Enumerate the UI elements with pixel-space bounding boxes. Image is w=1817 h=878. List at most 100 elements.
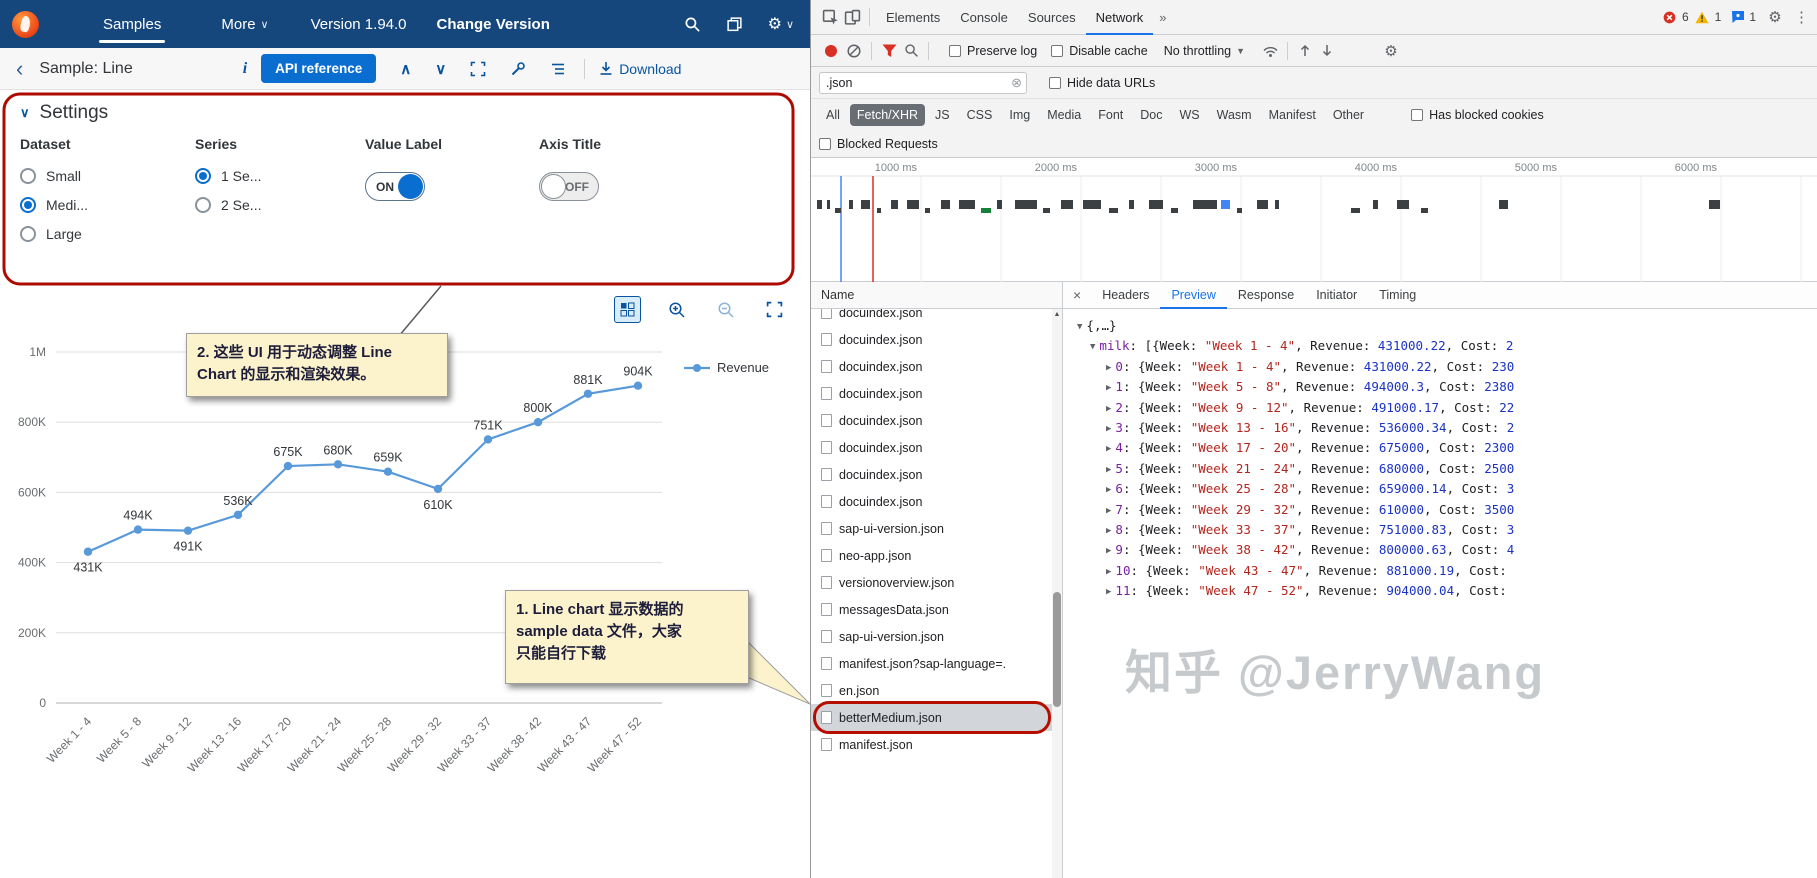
type-filter-manifest[interactable]: Manifest — [1262, 104, 1323, 126]
network-settings-gear-icon[interactable]: ⚙ — [1380, 40, 1402, 62]
devtools-tab-elements[interactable]: Elements — [876, 0, 950, 35]
request-row[interactable]: versionoverview.json — [811, 569, 1052, 596]
filter-icon[interactable] — [878, 40, 900, 62]
clear-network-log-icon[interactable] — [843, 40, 865, 62]
preview-line[interactable]: ▶ 8: {Week: "Week 33 - 37", Revenue: 7510… — [1077, 520, 1817, 540]
filter-input-box[interactable]: ⊗ — [819, 71, 1027, 94]
request-list-scrollbar[interactable]: ▲ — [1052, 309, 1062, 878]
request-row[interactable]: betterMedium.json — [811, 704, 1052, 731]
previous-sample-icon[interactable]: ∧ — [400, 60, 411, 78]
preview-line[interactable]: ▶ 6: {Week: "Week 25 - 28", Revenue: 6590… — [1077, 479, 1817, 499]
preview-line[interactable]: ▶ 0: {Week: "Week 1 - 4", Revenue: 431000… — [1077, 357, 1817, 377]
radio-series-2[interactable]: 2 Se... — [195, 197, 365, 213]
request-row[interactable]: docuindex.json — [811, 326, 1052, 353]
code-tools-icon[interactable] — [510, 61, 526, 77]
outline-tree-icon[interactable] — [550, 61, 566, 77]
request-row[interactable]: docuindex.json — [811, 407, 1052, 434]
kebab-menu-icon[interactable]: ⋮ — [1794, 8, 1809, 26]
expander-icon[interactable]: ▶ — [1106, 404, 1111, 414]
settings-header[interactable]: ∨ Settings — [20, 102, 108, 124]
preview-line[interactable]: ▶ 10: {Week: "Week 43 - 47", Revenue: 881… — [1077, 561, 1817, 581]
disable-cache-checkbox[interactable]: Disable cache — [1051, 44, 1148, 58]
devtools-tab-console[interactable]: Console — [950, 0, 1018, 35]
expander-icon[interactable]: ▶ — [1106, 424, 1111, 434]
expander-icon[interactable]: ▶ — [1106, 383, 1111, 393]
zoom-out-icon[interactable] — [712, 296, 739, 323]
expander-icon[interactable]: ▶ — [1106, 526, 1111, 536]
value-label-toggle[interactable]: ON — [365, 172, 425, 201]
type-filter-doc[interactable]: Doc — [1133, 104, 1169, 126]
clear-filter-icon[interactable]: ⊗ — [1011, 75, 1022, 91]
inspect-element-icon[interactable] — [819, 6, 841, 28]
type-filter-media[interactable]: Media — [1040, 104, 1088, 126]
legend-toggle-button[interactable] — [614, 296, 641, 323]
request-row[interactable]: messagesData.json — [811, 596, 1052, 623]
expander-icon[interactable]: ▶ — [1106, 506, 1111, 516]
type-filter-ws[interactable]: WS — [1172, 104, 1206, 126]
next-sample-icon[interactable]: ∨ — [435, 60, 446, 78]
console-badges[interactable]: 6 1 — [1663, 10, 1721, 24]
request-row[interactable]: docuindex.json — [811, 309, 1052, 326]
type-filter-img[interactable]: Img — [1002, 104, 1037, 126]
device-toolbar-icon[interactable] — [841, 6, 863, 28]
scrollbar-thumb[interactable] — [1053, 592, 1061, 707]
preview-line[interactable]: ▶ 7: {Week: "Week 29 - 32", Revenue: 6100… — [1077, 500, 1817, 520]
type-filter-other[interactable]: Other — [1326, 104, 1371, 126]
export-har-icon[interactable] — [1316, 40, 1338, 62]
copy-pages-icon[interactable] — [726, 15, 744, 33]
expander-icon[interactable]: ▼ — [1090, 342, 1095, 352]
preview-line[interactable]: ▶ 5: {Week: "Week 21 - 24", Revenue: 6800… — [1077, 459, 1817, 479]
expander-icon[interactable]: ▶ — [1106, 465, 1111, 475]
expander-icon[interactable]: ▶ — [1106, 485, 1111, 495]
chart-fullscreen-icon[interactable] — [761, 296, 788, 323]
preview-line[interactable]: ▶ 1: {Week: "Week 5 - 8", Revenue: 494000… — [1077, 377, 1817, 397]
radio-dataset-medium[interactable]: Medi... — [20, 197, 195, 213]
preview-line[interactable]: ▶ 9: {Week: "Week 38 - 42", Revenue: 8000… — [1077, 540, 1817, 560]
detail-tab-initiator[interactable]: Initiator — [1305, 282, 1368, 309]
detail-tab-headers[interactable]: Headers — [1091, 282, 1160, 309]
issues-badge[interactable]: 1 — [1731, 10, 1756, 24]
request-row[interactable]: manifest.json?sap-language=. — [811, 650, 1052, 677]
preview-line[interactable]: ▶ 2: {Week: "Week 9 - 12", Revenue: 49100… — [1077, 398, 1817, 418]
fullscreen-icon[interactable] — [470, 61, 486, 77]
request-row[interactable]: docuindex.json — [811, 353, 1052, 380]
network-conditions-icon[interactable] — [1259, 40, 1281, 62]
preview-line[interactable]: ▶ 3: {Week: "Week 13 - 16", Revenue: 5360… — [1077, 418, 1817, 438]
download-button[interactable]: Download — [599, 61, 681, 77]
import-har-icon[interactable] — [1294, 40, 1316, 62]
info-icon[interactable]: i — [243, 60, 247, 78]
expander-icon[interactable]: ▶ — [1106, 444, 1111, 454]
detail-tab-response[interactable]: Response — [1227, 282, 1305, 309]
filter-input[interactable] — [826, 75, 1012, 90]
api-reference-button[interactable]: API reference — [261, 54, 377, 83]
more-panels-icon[interactable]: » — [1153, 10, 1172, 25]
expander-icon[interactable]: ▶ — [1106, 567, 1111, 577]
expander-icon[interactable]: ▼ — [1077, 322, 1082, 332]
network-search-icon[interactable] — [900, 40, 922, 62]
close-details-icon[interactable]: × — [1073, 287, 1081, 303]
request-row[interactable]: en.json — [811, 677, 1052, 704]
request-row[interactable]: docuindex.json — [811, 434, 1052, 461]
detail-tab-timing[interactable]: Timing — [1368, 282, 1427, 309]
devtools-tab-sources[interactable]: Sources — [1018, 0, 1086, 35]
request-row[interactable]: docuindex.json — [811, 380, 1052, 407]
settings-gear-icon[interactable]: ⚙ ∨ — [768, 15, 794, 33]
preview-line[interactable]: ▶ 11: {Week: "Week 47 - 52", Revenue: 904… — [1077, 581, 1817, 601]
throttling-dropdown[interactable]: No throttling ▼ — [1164, 44, 1245, 58]
hide-data-urls-checkbox[interactable]: Hide data URLs — [1049, 76, 1155, 90]
preview-line[interactable]: ▶ 4: {Week: "Week 17 - 20", Revenue: 6750… — [1077, 438, 1817, 458]
request-row[interactable]: sap-ui-version.json — [811, 623, 1052, 650]
network-overview[interactable]: 1000 ms 2000 ms 3000 ms 4000 ms 5000 ms 6000 … — [811, 158, 1817, 282]
type-filter-css[interactable]: CSS — [960, 104, 1000, 126]
request-row[interactable]: neo-app.json — [811, 542, 1052, 569]
scroll-up-arrow-icon[interactable]: ▲ — [1052, 311, 1062, 318]
request-row[interactable]: manifest.json — [811, 731, 1052, 758]
search-icon[interactable] — [684, 15, 702, 33]
change-version-link[interactable]: Change Version — [437, 16, 550, 33]
expander-icon[interactable]: ▶ — [1106, 546, 1111, 556]
request-row[interactable]: sap-ui-version.json — [811, 515, 1052, 542]
radio-dataset-small[interactable]: Small — [20, 168, 195, 184]
radio-series-1[interactable]: 1 Se... — [195, 168, 365, 184]
more-menu[interactable]: More ∨ — [221, 16, 268, 33]
expander-icon[interactable]: ▶ — [1106, 587, 1111, 597]
